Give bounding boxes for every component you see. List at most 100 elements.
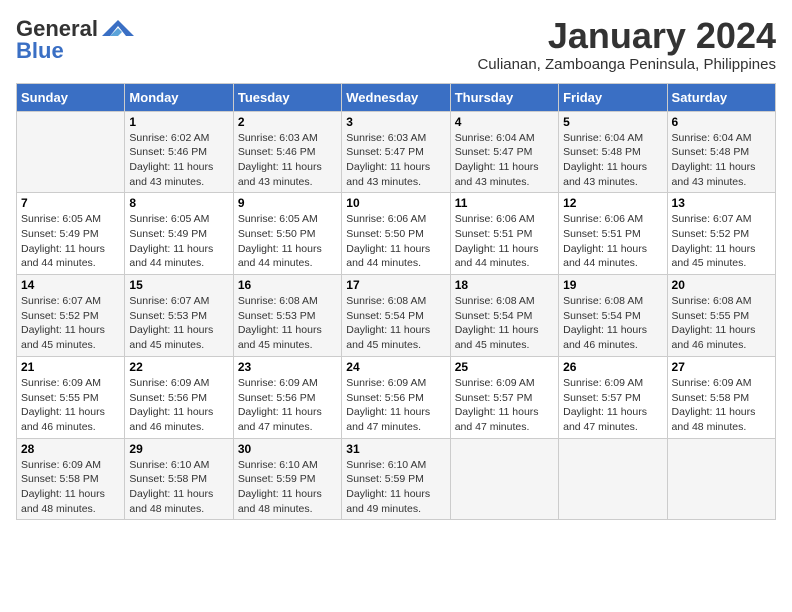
weekday-header-thursday: Thursday [450, 83, 558, 111]
calendar-cell: 19 Sunrise: 6:08 AMSunset: 5:54 PMDayligh… [559, 275, 667, 357]
calendar-cell: 26Sunrise: 6:09 AMSunset: 5:57 PMDayligh… [559, 356, 667, 438]
calendar-cell [17, 111, 125, 193]
day-info: Sunrise: 6:06 AMSunset: 5:51 PMDaylight:… [455, 212, 554, 271]
logo: General Blue [16, 16, 136, 64]
day-info: Sunrise: 6:08 AMSunset: 5:53 PMDaylight:… [238, 294, 337, 353]
calendar-cell [667, 438, 775, 520]
day-number: 17 [346, 278, 445, 292]
weekday-header-saturday: Saturday [667, 83, 775, 111]
day-number: 8 [129, 196, 228, 210]
calendar-cell: 24 Sunrise: 6:09 AMSunset: 5:56 PMDayligh… [342, 356, 450, 438]
logo-blue: Blue [16, 38, 64, 64]
logo-icon [100, 18, 136, 40]
calendar-cell: 30 Sunrise: 6:10 AMSunset: 5:59 PMDayligh… [233, 438, 341, 520]
day-number: 7 [21, 196, 120, 210]
weekday-header-monday: Monday [125, 83, 233, 111]
calendar-cell: 4Sunrise: 6:04 AMSunset: 5:47 PMDaylight… [450, 111, 558, 193]
day-number: 11 [455, 196, 554, 210]
calendar-cell: 3Sunrise: 6:03 AMSunset: 5:47 PMDaylight… [342, 111, 450, 193]
calendar-cell: 20 Sunrise: 6:08 AMSunset: 5:55 PMDayligh… [667, 275, 775, 357]
day-info: Sunrise: 6:04 AMSunset: 5:48 PMDaylight:… [672, 131, 771, 190]
day-info: Sunrise: 6:05 AMSunset: 5:50 PMDaylight:… [238, 212, 337, 271]
day-number: 22 [129, 360, 228, 374]
day-number: 5 [563, 115, 662, 129]
day-number: 20 [672, 278, 771, 292]
calendar-cell: 5 Sunrise: 6:04 AMSunset: 5:48 PMDaylight… [559, 111, 667, 193]
week-row-3: 14Sunrise: 6:07 AMSunset: 5:52 PMDayligh… [17, 275, 776, 357]
calendar-cell: 13Sunrise: 6:07 AMSunset: 5:52 PMDayligh… [667, 193, 775, 275]
calendar-cell: 29 Sunrise: 6:10 AMSunset: 5:58 PMDayligh… [125, 438, 233, 520]
day-info: Sunrise: 6:06 AMSunset: 5:50 PMDaylight:… [346, 212, 445, 271]
day-info: Sunrise: 6:08 AMSunset: 5:54 PMDaylight:… [563, 294, 662, 353]
day-info: Sunrise: 6:03 AMSunset: 5:46 PMDaylight:… [238, 131, 337, 190]
calendar-cell: 12Sunrise: 6:06 AMSunset: 5:51 PMDayligh… [559, 193, 667, 275]
day-number: 29 [129, 442, 228, 456]
calendar-cell: 15 Sunrise: 6:07 AMSunset: 5:53 PMDayligh… [125, 275, 233, 357]
week-row-4: 21 Sunrise: 6:09 AMSunset: 5:55 PMDayligh… [17, 356, 776, 438]
day-number: 21 [21, 360, 120, 374]
day-info: Sunrise: 6:05 AMSunset: 5:49 PMDaylight:… [21, 212, 120, 271]
day-number: 3 [346, 115, 445, 129]
day-number: 6 [672, 115, 771, 129]
day-info: Sunrise: 6:09 AMSunset: 5:58 PMDaylight:… [21, 458, 120, 517]
day-number: 26 [563, 360, 662, 374]
day-info: Sunrise: 6:09 AMSunset: 5:56 PMDaylight:… [346, 376, 445, 435]
calendar-cell: 25 Sunrise: 6:09 AMSunset: 5:57 PMDayligh… [450, 356, 558, 438]
day-number: 23 [238, 360, 337, 374]
calendar-cell [450, 438, 558, 520]
day-number: 31 [346, 442, 445, 456]
calendar-cell: 11 Sunrise: 6:06 AMSunset: 5:51 PMDayligh… [450, 193, 558, 275]
day-info: Sunrise: 6:06 AMSunset: 5:51 PMDaylight:… [563, 212, 662, 271]
week-row-1: 1Sunrise: 6:02 AMSunset: 5:46 PMDaylight… [17, 111, 776, 193]
day-info: Sunrise: 6:07 AMSunset: 5:53 PMDaylight:… [129, 294, 228, 353]
day-number: 19 [563, 278, 662, 292]
calendar-cell: 14Sunrise: 6:07 AMSunset: 5:52 PMDayligh… [17, 275, 125, 357]
day-number: 15 [129, 278, 228, 292]
day-info: Sunrise: 6:04 AMSunset: 5:48 PMDaylight:… [563, 131, 662, 190]
day-number: 10 [346, 196, 445, 210]
day-number: 2 [238, 115, 337, 129]
weekday-header-sunday: Sunday [17, 83, 125, 111]
day-info: Sunrise: 6:10 AMSunset: 5:59 PMDaylight:… [346, 458, 445, 517]
day-info: Sunrise: 6:10 AMSunset: 5:59 PMDaylight:… [238, 458, 337, 517]
calendar-cell: 7 Sunrise: 6:05 AMSunset: 5:49 PMDaylight… [17, 193, 125, 275]
day-info: Sunrise: 6:08 AMSunset: 5:55 PMDaylight:… [672, 294, 771, 353]
calendar-cell: 6 Sunrise: 6:04 AMSunset: 5:48 PMDaylight… [667, 111, 775, 193]
title-block: January 2024 Culianan, Zamboanga Peninsu… [477, 16, 776, 73]
day-info: Sunrise: 6:09 AMSunset: 5:58 PMDaylight:… [672, 376, 771, 435]
day-info: Sunrise: 6:07 AMSunset: 5:52 PMDaylight:… [21, 294, 120, 353]
weekday-header-tuesday: Tuesday [233, 83, 341, 111]
day-number: 24 [346, 360, 445, 374]
day-info: Sunrise: 6:09 AMSunset: 5:56 PMDaylight:… [129, 376, 228, 435]
day-info: Sunrise: 6:09 AMSunset: 5:56 PMDaylight:… [238, 376, 337, 435]
day-info: Sunrise: 6:08 AMSunset: 5:54 PMDaylight:… [346, 294, 445, 353]
week-row-5: 28 Sunrise: 6:09 AMSunset: 5:58 PMDayligh… [17, 438, 776, 520]
day-number: 30 [238, 442, 337, 456]
calendar-subtitle: Culianan, Zamboanga Peninsula, Philippin… [477, 56, 776, 73]
calendar-cell: 18Sunrise: 6:08 AMSunset: 5:54 PMDayligh… [450, 275, 558, 357]
calendar-cell: 27Sunrise: 6:09 AMSunset: 5:58 PMDayligh… [667, 356, 775, 438]
day-info: Sunrise: 6:04 AMSunset: 5:47 PMDaylight:… [455, 131, 554, 190]
day-number: 25 [455, 360, 554, 374]
weekday-header-row: SundayMondayTuesdayWednesdayThursdayFrid… [17, 83, 776, 111]
day-info: Sunrise: 6:09 AMSunset: 5:57 PMDaylight:… [455, 376, 554, 435]
calendar-cell: 9 Sunrise: 6:05 AMSunset: 5:50 PMDaylight… [233, 193, 341, 275]
day-info: Sunrise: 6:09 AMSunset: 5:55 PMDaylight:… [21, 376, 120, 435]
calendar-cell: 16Sunrise: 6:08 AMSunset: 5:53 PMDayligh… [233, 275, 341, 357]
calendar-cell: 23 Sunrise: 6:09 AMSunset: 5:56 PMDayligh… [233, 356, 341, 438]
day-info: Sunrise: 6:10 AMSunset: 5:58 PMDaylight:… [129, 458, 228, 517]
page-header: General Blue January 2024 Culianan, Zamb… [16, 16, 776, 73]
calendar-table: SundayMondayTuesdayWednesdayThursdayFrid… [16, 83, 776, 521]
day-number: 13 [672, 196, 771, 210]
calendar-cell: 8Sunrise: 6:05 AMSunset: 5:49 PMDaylight… [125, 193, 233, 275]
calendar-cell: 17 Sunrise: 6:08 AMSunset: 5:54 PMDayligh… [342, 275, 450, 357]
day-number: 9 [238, 196, 337, 210]
calendar-cell [559, 438, 667, 520]
calendar-cell: 10 Sunrise: 6:06 AMSunset: 5:50 PMDayligh… [342, 193, 450, 275]
calendar-cell: 31 Sunrise: 6:10 AMSunset: 5:59 PMDayligh… [342, 438, 450, 520]
day-number: 1 [129, 115, 228, 129]
day-number: 28 [21, 442, 120, 456]
calendar-cell: 21 Sunrise: 6:09 AMSunset: 5:55 PMDayligh… [17, 356, 125, 438]
weekday-header-wednesday: Wednesday [342, 83, 450, 111]
calendar-title: January 2024 [477, 16, 776, 56]
